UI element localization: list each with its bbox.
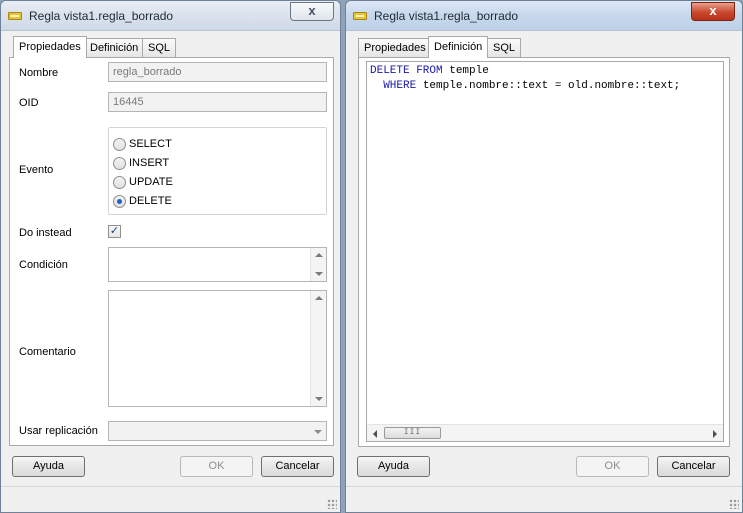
editor-horizontal-scrollbar[interactable]: III — [367, 424, 723, 441]
comentario-scrollbar[interactable] — [310, 291, 326, 406]
left-tab-propiedades[interactable]: Propiedades — [13, 36, 87, 58]
left-dialog-window: Regla vista1.regla_borrado x Propiedades… — [0, 0, 341, 513]
evento-radio-group: SELECT INSERT UPDATE DELETE — [108, 127, 327, 215]
keyword-where: WHERE — [383, 80, 417, 92]
right-dialog-window: Regla vista1.regla_borrado x Propiedades… — [345, 0, 743, 513]
scroll-right-icon[interactable] — [713, 430, 717, 438]
do-instead-checkbox[interactable]: ✓ — [108, 225, 121, 238]
comentario-textarea[interactable] — [108, 290, 327, 407]
sql-definition-editor[interactable]: DELETE FROM temple WHERE temple.nombre::… — [366, 61, 724, 442]
cancel-button[interactable]: Cancelar — [261, 456, 334, 477]
resize-grip-icon[interactable] — [327, 499, 337, 509]
radio-button[interactable] — [113, 138, 126, 151]
condicion-label: Condición — [19, 259, 68, 271]
right-definition-panel: DELETE FROM temple WHERE temple.nombre::… — [358, 57, 730, 447]
condicion-textarea[interactable] — [108, 247, 327, 282]
help-button[interactable]: Ayuda — [12, 456, 85, 477]
rule-icon — [353, 12, 367, 20]
scroll-up-icon[interactable] — [315, 296, 323, 300]
resize-grip-icon[interactable] — [729, 499, 739, 509]
scroll-down-icon[interactable] — [315, 397, 323, 401]
left-titlebar[interactable]: Regla vista1.regla_borrado x — [1, 1, 340, 31]
code-table-name: temple — [442, 65, 489, 77]
radio-delete-label: DELETE — [129, 195, 172, 207]
right-window-title: Regla vista1.regla_borrado — [374, 9, 519, 23]
left-statusbar — [1, 486, 340, 512]
scroll-thumb[interactable]: III — [384, 427, 441, 439]
oid-field[interactable]: 16445 — [108, 92, 327, 112]
nombre-label: Nombre — [19, 67, 59, 79]
radio-button[interactable] — [113, 157, 126, 170]
scroll-left-icon[interactable] — [373, 430, 377, 438]
radio-button[interactable] — [113, 176, 126, 189]
nombre-field[interactable]: regla_borrado — [108, 62, 327, 82]
do-instead-label: Do instead — [19, 227, 72, 239]
left-window-title: Regla vista1.regla_borrado — [29, 9, 174, 23]
scroll-up-icon[interactable] — [315, 253, 323, 257]
help-button[interactable]: Ayuda — [357, 456, 430, 477]
right-titlebar[interactable]: Regla vista1.regla_borrado x — [346, 1, 742, 31]
keyword-delete-from: DELETE FROM — [370, 65, 443, 77]
usar-replicacion-combo[interactable] — [108, 421, 327, 441]
usar-replicacion-label: Usar replicación — [19, 425, 98, 437]
cancel-button[interactable]: Cancelar — [657, 456, 730, 477]
right-close-button[interactable]: x — [691, 2, 735, 21]
ok-button[interactable]: OK — [180, 456, 253, 477]
rule-icon — [8, 12, 22, 20]
comentario-label: Comentario — [19, 346, 76, 358]
right-statusbar — [346, 486, 742, 512]
code-line-1: DELETE FROM temple — [370, 65, 489, 77]
radio-button-selected[interactable] — [113, 195, 126, 208]
chevron-down-icon — [314, 430, 322, 434]
radio-update-label: UPDATE — [129, 176, 173, 188]
ok-button[interactable]: OK — [576, 456, 649, 477]
left-tab-definicion[interactable]: Definición — [84, 38, 145, 58]
radio-insert-label: INSERT — [129, 157, 170, 169]
code-line-2: WHERE temple.nombre::text = old.nombre::… — [370, 80, 680, 92]
evento-label: Evento — [19, 164, 54, 176]
code-condition: temple.nombre::text = old.nombre::text; — [416, 80, 681, 92]
left-close-button[interactable]: x — [290, 2, 334, 21]
right-tab-definicion[interactable]: Definición — [428, 36, 489, 58]
scroll-down-icon[interactable] — [315, 272, 323, 276]
right-tab-propiedades[interactable]: Propiedades — [358, 38, 432, 58]
condicion-scrollbar[interactable] — [310, 248, 326, 281]
checkmark-icon: ✓ — [109, 225, 120, 237]
oid-label: OID — [19, 97, 39, 109]
right-tab-sql[interactable]: SQL — [487, 38, 522, 58]
left-tab-sql[interactable]: SQL — [142, 38, 177, 58]
left-properties-panel: Nombre regla_borrado OID 16445 Evento SE… — [9, 57, 334, 446]
radio-select-label: SELECT — [129, 138, 172, 150]
